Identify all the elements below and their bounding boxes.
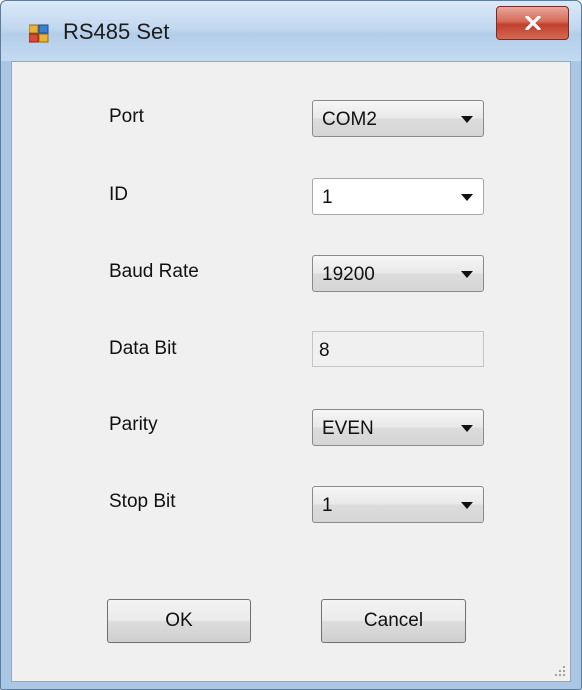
stop-bit-select[interactable]: 1 <box>312 486 484 523</box>
cancel-button[interactable]: Cancel <box>321 599 466 643</box>
data-bit-value: 8 <box>319 340 330 361</box>
window-title: RS485 Set <box>63 19 170 44</box>
port-value: COM2 <box>322 109 377 130</box>
parity-select[interactable]: EVEN <box>312 409 484 446</box>
data-bit-field: 8 <box>312 331 484 367</box>
id-value: 1 <box>322 187 333 208</box>
app-window-icon <box>29 24 49 43</box>
chevron-down-icon <box>461 116 473 123</box>
stop-bit-label: Stop Bit <box>109 491 176 512</box>
ok-button[interactable]: OK <box>107 599 251 643</box>
resize-grip-icon[interactable] <box>554 665 566 677</box>
chevron-down-icon <box>461 194 473 201</box>
id-label: ID <box>109 184 128 205</box>
title-bar[interactable]: RS485 Set <box>1 1 581 61</box>
baud-rate-label: Baud Rate <box>109 261 199 282</box>
baud-rate-value: 19200 <box>322 264 375 285</box>
port-label: Port <box>109 106 144 127</box>
id-select[interactable]: 1 <box>312 178 484 215</box>
stop-bit-value: 1 <box>322 495 333 516</box>
baud-rate-select[interactable]: 19200 <box>312 255 484 292</box>
chevron-down-icon <box>461 271 473 278</box>
chevron-down-icon <box>461 502 473 509</box>
parity-value: EVEN <box>322 418 374 439</box>
close-button[interactable] <box>496 6 569 40</box>
data-bit-label: Data Bit <box>109 338 177 359</box>
chevron-down-icon <box>461 425 473 432</box>
port-select[interactable]: COM2 <box>312 100 484 137</box>
parity-label: Parity <box>109 414 158 435</box>
dialog-content: Port COM2 ID 1 Baud Rate 19200 Data Bit … <box>11 61 571 682</box>
close-icon <box>525 16 541 30</box>
dialog-window: RS485 Set Port COM2 ID 1 Baud Rate 19200 <box>0 0 582 690</box>
